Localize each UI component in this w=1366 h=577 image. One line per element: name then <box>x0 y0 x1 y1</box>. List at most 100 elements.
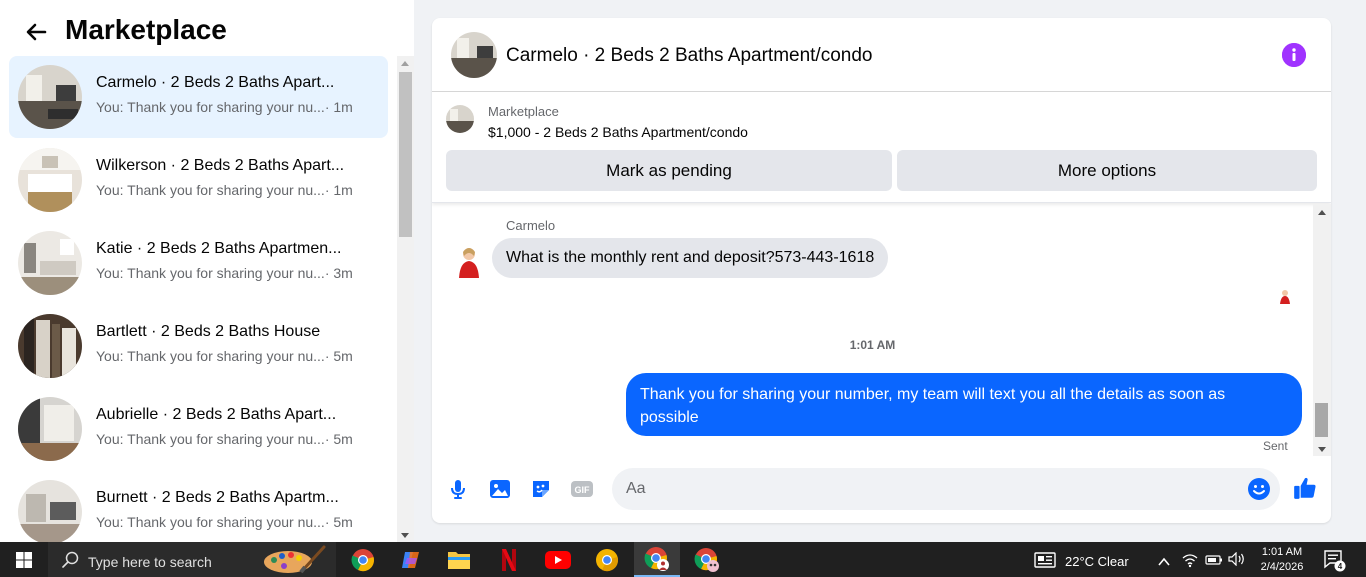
volume-icon[interactable] <box>1228 551 1246 567</box>
message-composer: GIF <box>432 464 1331 514</box>
message-timestamp: 1:01 AM <box>849 338 896 352</box>
conversation-preview: You: Thank you for sharing your nu... · 3… <box>96 265 353 281</box>
scrollbar-thumb[interactable] <box>399 72 412 237</box>
info-icon[interactable] <box>1282 43 1306 67</box>
listing-thumbnail <box>18 314 82 378</box>
chrome-icon[interactable] <box>340 542 386 577</box>
system-clock[interactable]: 1:01 AM 2/4/2026 <box>1252 545 1312 575</box>
preview-time: · 1m <box>324 99 353 115</box>
clock-date: 2/4/2026 <box>1260 561 1304 573</box>
windows-taskbar: Type here to search 22°C Clear 1:01 AM 2… <box>0 542 1366 577</box>
conversation-item-burnett[interactable]: Burnett · 2 Beds 2 Baths Apartm... You: … <box>9 471 388 542</box>
message-status: Sent <box>1263 439 1288 453</box>
scrollbar-thumb[interactable] <box>1315 403 1328 437</box>
chevron-up-icon[interactable] <box>1158 554 1170 566</box>
preview-time: · 5m <box>324 431 353 447</box>
notification-count: 4 <box>1338 562 1343 571</box>
chat-avatar[interactable] <box>451 32 497 78</box>
conversation-item-bartlett[interactable]: Bartlett · 2 Beds 2 Baths House You: Tha… <box>9 305 388 387</box>
listing-thumbnail[interactable] <box>446 105 474 133</box>
scroll-down-arrow-icon[interactable] <box>1318 447 1326 452</box>
conversation-sidebar: Marketplace Carmelo · 2 Beds 2 Baths Apa… <box>0 0 414 542</box>
conversation-name: Bartlett · 2 Beds 2 Baths House <box>96 323 321 340</box>
scroll-down-arrow-icon[interactable] <box>401 533 409 538</box>
conversation-preview: You: Thank you for sharing your nu... · 1… <box>96 182 353 198</box>
gif-icon[interactable]: GIF <box>570 477 594 501</box>
chat-scrollbar[interactable] <box>1313 204 1331 456</box>
sidebar-title: Marketplace <box>65 14 227 45</box>
listing-thumbnail <box>18 480 82 542</box>
preview-text: You: Thank you for sharing your nu... <box>96 431 325 447</box>
sidebar-header: Marketplace <box>0 0 414 56</box>
back-arrow-icon[interactable] <box>24 20 48 44</box>
conversation-preview: You: Thank you for sharing your nu... · 1… <box>96 99 353 115</box>
seen-receipt-avatar <box>1278 288 1292 304</box>
preview-text: You: Thank you for sharing your nu... <box>96 182 325 198</box>
conversation-name: Carmelo · 2 Beds 2 Baths Apart... <box>96 74 335 91</box>
scroll-up-arrow-icon[interactable] <box>1318 210 1326 215</box>
microphone-icon[interactable] <box>446 477 470 501</box>
copilot-icon[interactable] <box>388 542 434 577</box>
chrome-profile-icon[interactable] <box>634 542 680 577</box>
listing-banner: Marketplace $1,000 - 2 Beds 2 Baths Apar… <box>432 92 1331 203</box>
preview-text: You: Thank you for sharing your nu... <box>96 99 325 115</box>
battery-icon[interactable] <box>1205 553 1223 565</box>
mark-as-pending-button[interactable]: Mark as pending <box>446 150 892 191</box>
conversation-name: Wilkerson · 2 Beds 2 Baths Apart... <box>96 157 345 174</box>
netflix-icon[interactable] <box>486 542 532 577</box>
search-icon <box>62 551 79 568</box>
preview-time: · 3m <box>324 265 353 281</box>
preview-time: · 5m <box>324 514 353 530</box>
more-options-button[interactable]: More options <box>897 150 1317 191</box>
wifi-icon[interactable] <box>1182 552 1198 568</box>
conversation-item-carmelo[interactable]: Carmelo · 2 Beds 2 Baths Apart... You: T… <box>9 56 388 138</box>
incoming-message-bubble[interactable]: What is the monthly rent and deposit?573… <box>492 238 889 278</box>
sidebar-scrollbar[interactable] <box>397 56 414 542</box>
sticker-icon[interactable] <box>529 477 553 501</box>
message-input[interactable] <box>612 468 1280 510</box>
scroll-up-arrow-icon[interactable] <box>401 61 409 66</box>
listing-thumbnail <box>18 148 82 212</box>
listing-source: Marketplace <box>488 104 559 119</box>
listing-price-title[interactable]: $1,000 - 2 Beds 2 Baths Apartment/condo <box>488 124 748 140</box>
svg-text:GIF: GIF <box>575 485 591 495</box>
chat-title[interactable]: Carmelo · 2 Beds 2 Baths Apartment/condo <box>506 45 872 67</box>
photo-icon[interactable] <box>488 477 512 501</box>
conversation-preview: You: Thank you for sharing your nu... · 5… <box>96 348 353 364</box>
emoji-icon[interactable] <box>1247 477 1271 501</box>
weather-news-icon[interactable] <box>1034 552 1056 568</box>
weather-text[interactable]: 22°C Clear <box>1065 554 1129 569</box>
sender-name: Carmelo <box>506 218 556 233</box>
listing-thumbnail <box>18 231 82 295</box>
preview-text: You: Thank you for sharing your nu... <box>96 514 325 530</box>
conversation-item-wilkerson[interactable]: Wilkerson · 2 Beds 2 Baths Apart... You:… <box>9 139 388 221</box>
conversation-item-katie[interactable]: Katie · 2 Beds 2 Baths Apartmen... You: … <box>9 222 388 304</box>
outgoing-message-bubble[interactable]: Thank you for sharing your number, my te… <box>626 373 1302 436</box>
conversation-name: Katie · 2 Beds 2 Baths Apartmen... <box>96 240 342 257</box>
file-explorer-icon[interactable] <box>436 542 482 577</box>
chat-panel: Carmelo · 2 Beds 2 Baths Apartment/condo… <box>432 18 1331 523</box>
listing-thumbnail <box>18 397 82 461</box>
conversation-name: Aubrielle · 2 Beds 2 Baths Apart... <box>96 406 337 423</box>
conversation-preview: You: Thank you for sharing your nu... · 5… <box>96 431 353 447</box>
preview-time: · 5m <box>324 348 353 364</box>
conversation-preview: You: Thank you for sharing your nu... · 5… <box>96 514 353 530</box>
notification-center-icon[interactable]: 4 <box>1322 548 1346 572</box>
message-thread: Carmelo What is the monthly rent and dep… <box>432 204 1331 456</box>
windows-start-button[interactable] <box>0 542 48 577</box>
youtube-icon[interactable] <box>535 542 581 577</box>
paint-palette-icon[interactable] <box>262 545 326 575</box>
preview-text: You: Thank you for sharing your nu... <box>96 348 325 364</box>
chat-header: Carmelo · 2 Beds 2 Baths Apartment/condo <box>432 18 1331 92</box>
search-placeholder: Type here to search <box>88 554 212 570</box>
conversation-list: Carmelo · 2 Beds 2 Baths Apart... You: T… <box>0 56 396 542</box>
clock-time: 1:01 AM <box>1261 546 1303 558</box>
preview-time: · 1m <box>324 182 353 198</box>
conversation-item-aubrielle[interactable]: Aubrielle · 2 Beds 2 Baths Apart... You:… <box>9 388 388 470</box>
sender-avatar[interactable] <box>454 244 484 278</box>
chrome-canary-icon[interactable] <box>584 542 630 577</box>
like-thumbs-up-icon[interactable] <box>1292 475 1318 501</box>
chrome-profile-2-icon[interactable] <box>684 542 730 577</box>
conversation-name: Burnett · 2 Beds 2 Baths Apartm... <box>96 489 339 506</box>
preview-text: You: Thank you for sharing your nu... <box>96 265 325 281</box>
